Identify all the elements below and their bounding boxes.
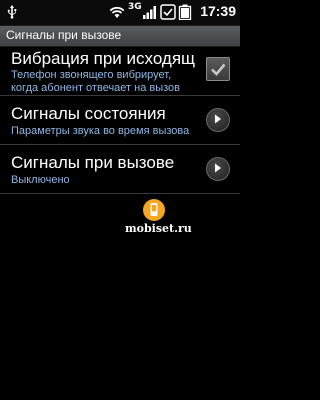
network-type-label: 3G [128, 2, 142, 12]
list-item-subtitle: Телефон звонящего вибрирует, [11, 69, 172, 81]
watermark: mobiset.ru [125, 198, 195, 248]
list-item-outgoing-vibration[interactable]: Вибрация при исходящ Телефон звонящего в… [0, 47, 240, 96]
call-alerts-open-button[interactable] [206, 157, 230, 181]
list-item-title: Вибрация при исходящ [11, 49, 196, 68]
watermark-logo-icon [143, 199, 165, 221]
status-tones-open-button[interactable] [206, 108, 230, 132]
vibration-checkbox[interactable] [206, 57, 230, 81]
list-item-subtitle: Выключено [11, 174, 70, 186]
status-bar: 3G 17:39 [0, 0, 240, 26]
chevron-right-icon [215, 163, 221, 173]
clock: 17:39 [200, 3, 236, 19]
alarm-icon [160, 4, 176, 20]
watermark-text: mobiset.ru [125, 222, 192, 235]
list-item-subtitle: Параметры звука во время вызова [11, 125, 190, 137]
signal-icon [143, 6, 156, 19]
checkmark-icon [211, 63, 226, 76]
page-title: Сигналы при вызове [6, 28, 122, 42]
list-item-subtitle-line2: когда абонент отвечает на вызов [11, 82, 181, 94]
list-item-title: Сигналы при вызове [11, 153, 175, 172]
chevron-right-icon [215, 114, 221, 124]
battery-icon [178, 4, 192, 20]
list-item-status-tones[interactable]: Сигналы состояния Параметры звука во вре… [0, 96, 240, 145]
usb-icon [7, 5, 17, 19]
wifi-icon [109, 6, 125, 18]
list-item-call-alerts[interactable]: Сигналы при вызове Выключено [0, 145, 240, 194]
title-bar: Сигналы при вызове [0, 26, 240, 47]
list-item-title: Сигналы состояния [11, 104, 166, 123]
settings-list: Вибрация при исходящ Телефон звонящего в… [0, 47, 240, 194]
